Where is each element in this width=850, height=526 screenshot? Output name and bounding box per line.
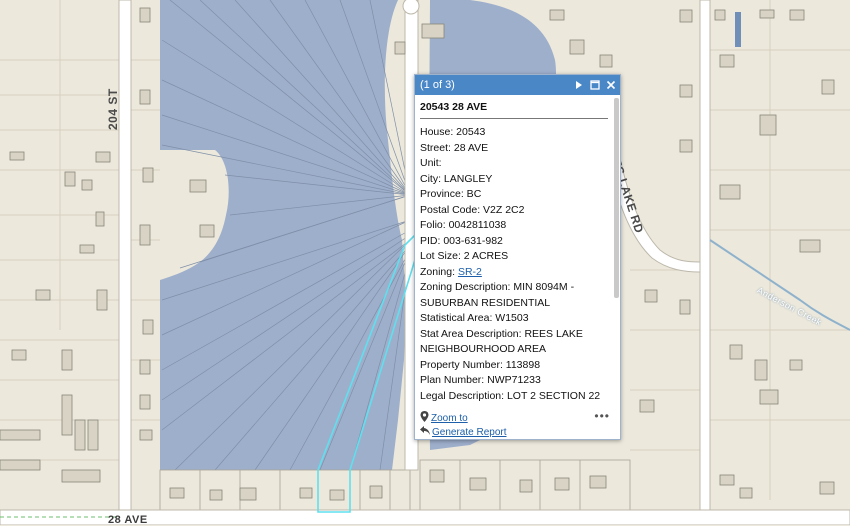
- field-lot-size: Lot Size: 2 ACRES: [420, 250, 509, 262]
- generate-report-label: Generate Report: [432, 426, 507, 438]
- more-options-button[interactable]: •••: [594, 409, 610, 423]
- field-postal-code: Postal Code: V2Z 2C2: [420, 203, 525, 216]
- field-unit: Unit:: [420, 157, 442, 169]
- close-icon[interactable]: [606, 80, 616, 90]
- field-province: Province: BC: [420, 188, 482, 200]
- zoning-link[interactable]: SR-2: [458, 266, 482, 278]
- popup-titlebar: (1 of 3): [415, 75, 620, 95]
- field-house: House: 20543: [420, 126, 486, 138]
- field-plan-number: Plan Number: NWP71233: [420, 374, 541, 386]
- maximize-icon[interactable]: [590, 80, 600, 90]
- popup-counter: (1 of 3): [420, 79, 455, 91]
- zoom-to-link[interactable]: Zoom to: [420, 411, 615, 425]
- popup-scrollbar[interactable]: [614, 96, 619, 409]
- road-label-28-ave: 28 AVE: [108, 514, 148, 526]
- popup-content[interactable]: 20543 28 AVE House: 20543 Street: 28 AVE…: [415, 95, 612, 409]
- field-property-number: Property Number: 113898: [420, 358, 541, 371]
- popup-footer: Zoom to Generate Report •••: [415, 409, 620, 439]
- zoom-to-label: Zoom to: [431, 412, 468, 424]
- field-street: Street: 28 AVE: [420, 141, 489, 154]
- field-city: City: LANGLEY: [420, 172, 493, 185]
- field-statistical-area: Statistical Area: W1503: [420, 312, 529, 324]
- field-zoning-description: Zoning Description: MIN 8094M - SUBURBAN…: [420, 281, 575, 309]
- field-folio: Folio: 0042811038: [420, 219, 507, 231]
- road-label-204-st: 204 ST: [106, 88, 120, 130]
- next-feature-icon[interactable]: [574, 80, 584, 90]
- generate-report-link[interactable]: Generate Report: [420, 425, 615, 439]
- map-pin-icon: [420, 411, 429, 425]
- field-legal-description: Legal Description: LOT 2 SECTION 22: [420, 389, 601, 402]
- field-zoning: Zoning: SR-2: [420, 265, 608, 281]
- popup-heading: 20543 28 AVE: [420, 101, 608, 119]
- reply-arrow-icon: [420, 426, 430, 438]
- scrollbar-thumb[interactable]: [614, 98, 619, 298]
- feature-popup[interactable]: (1 of 3) 20543 28 AVE House: 20543 Stree…: [414, 74, 621, 440]
- field-pid: PID: 003-631-982: [420, 234, 503, 247]
- field-stat-area-description: Stat Area Description: REES LAKE NEIGHBO…: [420, 327, 583, 356]
- zoning-label: Zoning:: [420, 265, 458, 278]
